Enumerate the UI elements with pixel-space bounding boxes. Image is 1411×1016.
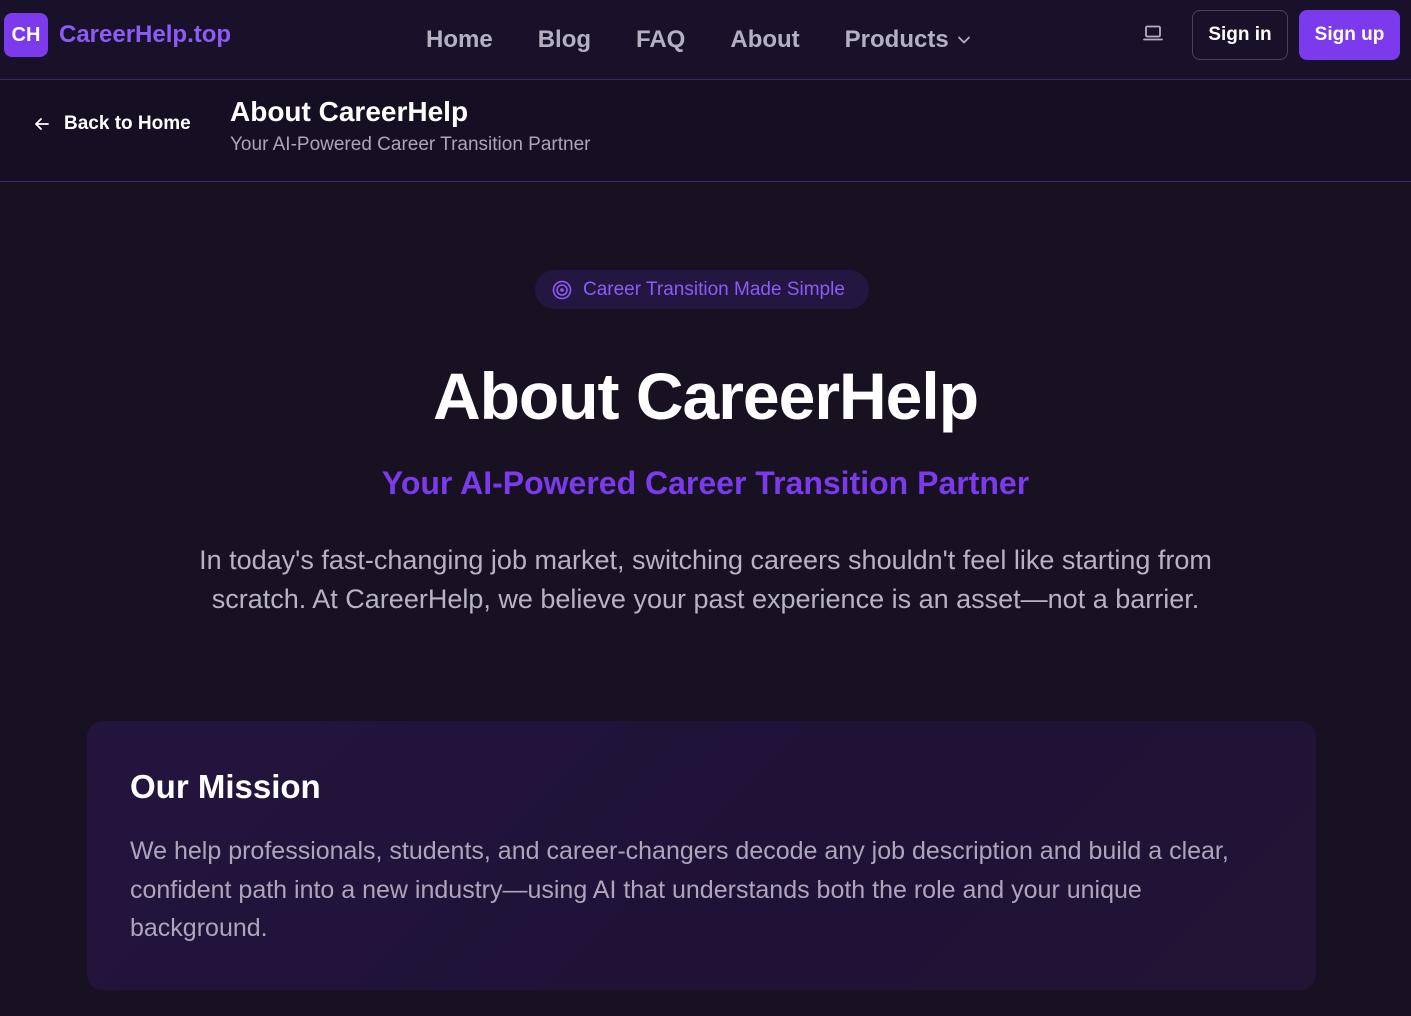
main-nav: Home Blog FAQ About Products bbox=[426, 0, 1016, 80]
hero-description: In today's fast-changing job market, swi… bbox=[199, 545, 1212, 614]
subheader-title: About CareerHelp bbox=[230, 96, 469, 127]
nav-link-home[interactable]: Home bbox=[426, 26, 493, 54]
hero-subtitle: Your AI-Powered Career Transition Partne… bbox=[381, 465, 1030, 501]
back-to-home-label: Back to Home bbox=[64, 113, 191, 134]
sign-up-button[interactable]: Sign up bbox=[1299, 10, 1400, 60]
chevron-down-icon bbox=[957, 33, 971, 47]
page-title: About CareerHelp bbox=[432, 359, 979, 433]
tagline-badge: Career Transition Made Simple bbox=[535, 270, 869, 309]
nav-link-faq[interactable]: FAQ bbox=[636, 26, 685, 54]
tagline-text: Career Transition Made Simple bbox=[583, 278, 845, 300]
mission-text: We help professionals, students, and car… bbox=[130, 837, 1229, 942]
theme-toggle-button[interactable] bbox=[1140, 22, 1166, 48]
arrow-left-icon bbox=[33, 115, 51, 133]
subheader-subtitle: Your AI-Powered Career Transition Partne… bbox=[230, 134, 591, 155]
back-to-home-link[interactable]: Back to Home bbox=[33, 113, 191, 135]
mission-card: Our Mission We help professionals, stude… bbox=[87, 721, 1316, 990]
top-navbar: CH CareerHelp.top Home Blog FAQ About Pr… bbox=[0, 0, 1411, 80]
target-icon bbox=[552, 280, 572, 300]
nav-link-about[interactable]: About bbox=[730, 26, 799, 54]
page-subheader: Back to Home About CareerHelp Your AI-Po… bbox=[0, 80, 1411, 182]
brand-logo-link[interactable]: CH CareerHelp.top bbox=[4, 13, 231, 57]
nav-link-blog[interactable]: Blog bbox=[538, 26, 591, 54]
laptop-icon bbox=[1142, 24, 1164, 47]
sign-in-button[interactable]: Sign in bbox=[1192, 10, 1288, 60]
nav-dropdown-products[interactable]: Products bbox=[845, 26, 971, 54]
nav-link-products-label: Products bbox=[844, 26, 949, 53]
mission-title: Our Mission bbox=[130, 768, 321, 805]
brand-badge: CH bbox=[4, 13, 48, 57]
brand-name: CareerHelp.top bbox=[59, 21, 232, 48]
